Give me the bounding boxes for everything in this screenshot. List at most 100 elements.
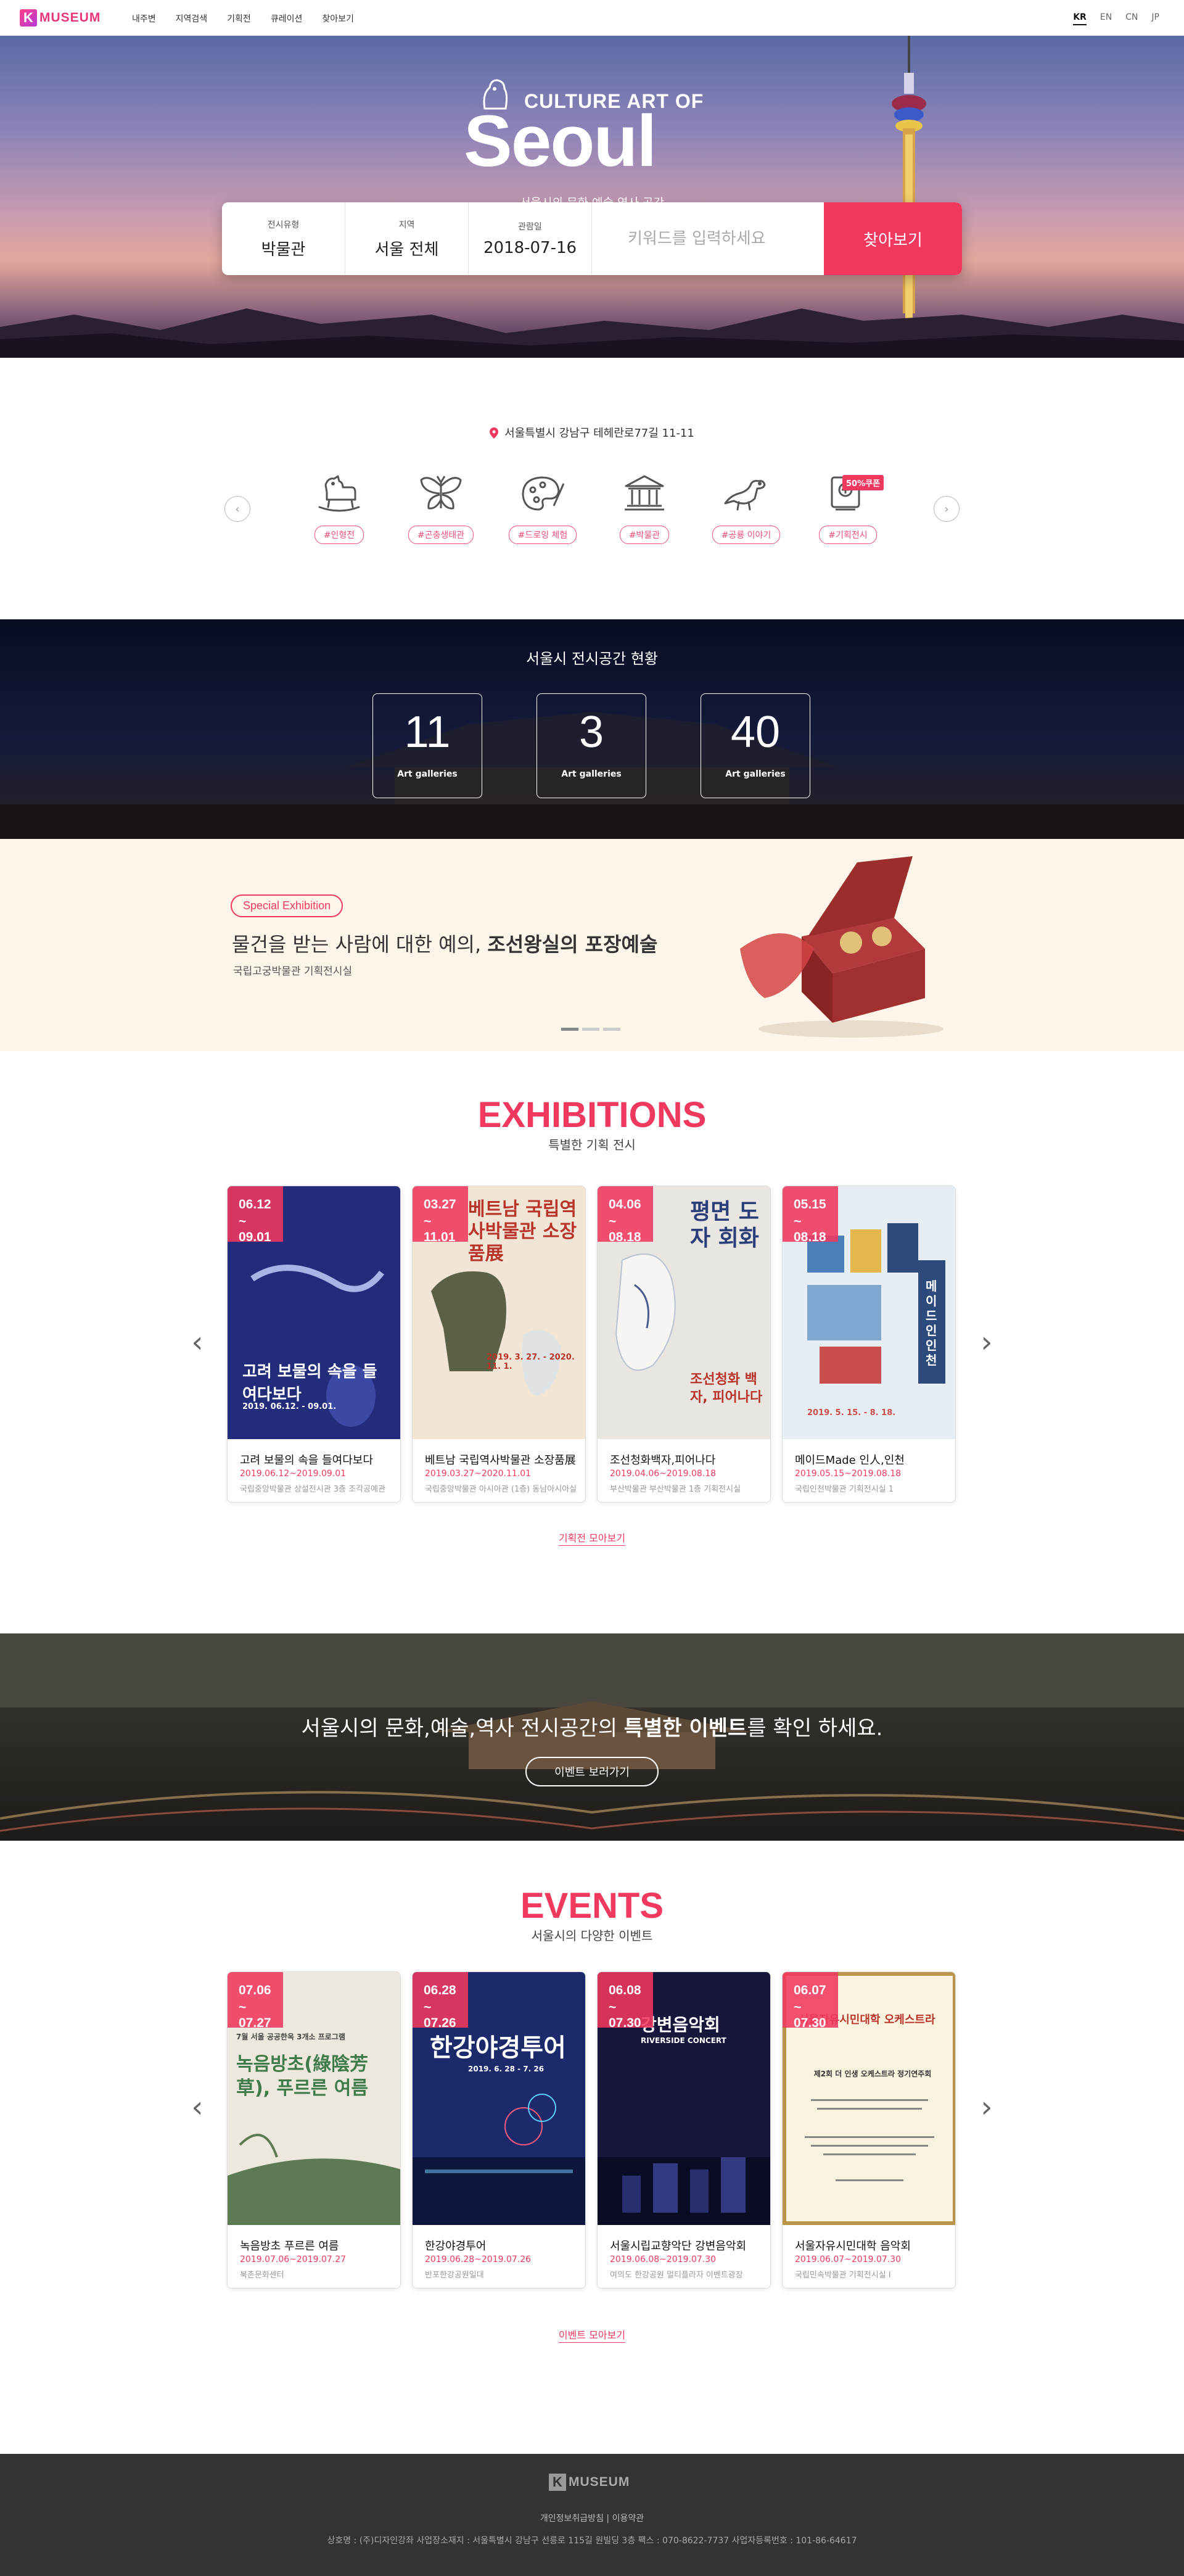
category-tag: #박물관 <box>619 526 670 544</box>
visit-date-label: 관람일 <box>518 222 542 232</box>
date-badge: 06.28 ~07.26 <box>413 1972 468 2030</box>
exhibit-type-select[interactable]: 전시유형 박물관 <box>222 202 345 275</box>
main-nav: 내주변 지역검색 기획전 큐레이션 찾아보기 <box>132 12 374 25</box>
rocking-horse-icon <box>318 475 360 512</box>
stat-value: 3 <box>578 708 604 757</box>
butterfly-icon <box>420 476 462 510</box>
search-button[interactable]: 찾아보기 <box>824 202 962 275</box>
category-next-button[interactable]: › <box>934 496 960 522</box>
event-card[interactable]: 7월 서울 공공한옥 3개소 프로그램 녹음방초(綠陰芳草), 푸르른 여름 0… <box>227 1971 401 2289</box>
card-title: 한강야경투어 <box>425 2240 487 2253</box>
card-dates: 2019.06.08~2019.07.30 <box>610 2255 717 2264</box>
stats-title: 서울시 전시공간 현황 <box>526 650 658 667</box>
card-place: 여의도 한강공원 멀티플라자 이벤트광장 <box>610 2271 743 2280</box>
event-card[interactable]: 서울자유시민대학 오케스트라 제2회 더 인생 오케스트라 정기연주회 06.0… <box>782 1971 956 2289</box>
lang-cn[interactable]: CN <box>1125 12 1138 25</box>
site-logo[interactable]: K MUSEUM <box>20 9 101 27</box>
category-tag: #기획전시 <box>819 526 877 544</box>
keyword-input[interactable] <box>628 229 824 248</box>
coupon-badge: 50%쿠폰 <box>842 475 884 490</box>
footer-logo[interactable]: K MUSEUM <box>549 2474 630 2491</box>
events-prev-button[interactable]: ‹ <box>189 2092 206 2122</box>
poster-title: 한강야경투어 <box>430 2034 566 2062</box>
carousel-dot[interactable] <box>582 1028 599 1031</box>
card-place: 국립중앙박물관 아시아관 (1층) 동남아시아실 <box>425 1485 577 1494</box>
category-item-doll[interactable]: #인형전 <box>299 469 379 544</box>
exhibition-card[interactable]: 평면 도자 회화 조선청화 백자, 피어나다 04.06 ~08.18 조선청화백… <box>597 1186 771 1503</box>
category-item-dinosaur[interactable]: #공룡 이야기 <box>706 469 786 544</box>
events-title: EVENTS <box>520 1886 664 1926</box>
lang-en[interactable]: EN <box>1100 12 1112 25</box>
exhibitions-prev-button[interactable]: ‹ <box>189 1327 206 1357</box>
card-dates: 2019.03.27~2020.11.01 <box>425 1469 532 1479</box>
stat-value: 40 <box>730 708 781 757</box>
carousel-dot[interactable] <box>603 1028 620 1031</box>
exhibitions-more-link[interactable]: 기획전 모아보기 <box>0 1530 1184 1546</box>
poster-subtitle: 조선청화 백자, 피어나다 <box>690 1372 763 1405</box>
category-prev-button[interactable]: ‹ <box>224 496 250 522</box>
chevron-left-icon: ‹ <box>235 502 240 516</box>
footer-company-info: 상호명 : (주)디자인강좌 사업장소재지 : 서울특별시 강남구 선릉로 11… <box>327 2536 857 2546</box>
events-more-link[interactable]: 이벤트 모아보기 <box>0 2327 1184 2343</box>
card-place: 국립민속박물관 기획전시실 Ⅰ <box>795 2271 891 2280</box>
exhibition-card[interactable]: 고려 보물의 속을 들여다보다 2019. 06.12. - 09.01. 06… <box>227 1186 401 1503</box>
nav-item-browse[interactable]: 찾아보기 <box>322 12 354 25</box>
card-title: 메이드Made 인人,인천 <box>795 1454 905 1467</box>
lang-kr[interactable]: KR <box>1073 12 1087 25</box>
hero-section: CULTURE ART OF Seoul 서울시의 문화,예술,역사 공간 전시… <box>0 36 1184 358</box>
special-exhibition-venue: 국립고궁박물관 기획전시실 <box>233 965 353 978</box>
visit-date-value: 2018-07-16 <box>483 239 577 257</box>
category-tag: #곤충생태관 <box>408 526 474 544</box>
poster-title: 메이드 인 인천 <box>926 1279 937 1368</box>
card-title: 서울시립교향악단 강변음악회 <box>610 2240 747 2253</box>
event-card[interactable]: 강변음악회 RIVERSIDE CONCERT 06.08 ~07.30 서울시립… <box>597 1971 771 2289</box>
event-banner: 서울시의 문화,예술,역사 전시공간의 특별한 이벤트를 확인 하세요. 이벤트… <box>0 1633 1184 1841</box>
nav-item-region-search[interactable]: 지역검색 <box>176 12 208 25</box>
current-location: 서울특별시 강남구 테헤란로77길 11-11 <box>0 424 1184 440</box>
footer-links[interactable]: 개인정보취급방침 | 이용약관 <box>0 2512 1184 2524</box>
poster-subtitle: RIVERSIDE CONCERT <box>641 2036 726 2045</box>
poster-dates: 2019. 3. 27. - 2020. 11. 1. <box>487 1353 575 1371</box>
category-item-drawing[interactable]: #드로잉 체험 <box>503 469 583 544</box>
events-next-button[interactable]: › <box>978 2092 995 2122</box>
poster-text-lines <box>805 2099 934 2181</box>
view-events-button[interactable]: 이벤트 보러가기 <box>525 1757 659 1786</box>
special-exhibition-banner[interactable]: Special Exhibition 물건을 받는 사람에 대한 예의, 조선왕… <box>0 839 1184 1051</box>
lang-jp[interactable]: JP <box>1151 12 1159 25</box>
stat-box: 40 Art galleries <box>701 693 810 798</box>
nav-item-exhibitions[interactable]: 기획전 <box>227 12 251 25</box>
logo-text: MUSEUM <box>39 10 101 25</box>
palette-icon <box>522 476 565 511</box>
carousel-indicator <box>561 1028 624 1031</box>
card-title: 베트남 국립역사박물관 소장품展 <box>425 1454 576 1467</box>
poster-subtitle: 제2회 더 인생 오케스트라 정기연주회 <box>813 2070 932 2078</box>
date-badge: 04.06 ~08.18 <box>598 1186 653 1244</box>
stats-section: 서울시 전시공간 현황 11 Art galleries 3 Art galle… <box>0 619 1184 839</box>
category-tag: #드로잉 체험 <box>508 526 577 544</box>
event-banner-text: 서울시의 문화,예술,역사 전시공간의 특별한 이벤트를 확인 하세요. <box>301 1716 883 1741</box>
exhibitions-subtitle: 특별한 기획 전시 <box>548 1137 636 1152</box>
event-card[interactable]: 한강야경투어 2019. 6. 28 - 7. 26 06.28 ~07.26 한… <box>412 1971 586 2289</box>
poster-title: 고려 보물의 속을 들여다보다 <box>242 1363 377 1404</box>
region-label: 지역 <box>398 220 415 230</box>
date-badge: 03.27 ~11.01 <box>413 1186 468 1244</box>
exhibitions-next-button[interactable]: › <box>978 1327 995 1357</box>
nav-item-curation[interactable]: 큐레이션 <box>271 12 303 25</box>
exhibition-card[interactable]: 메이드 인 인천 2019. 5. 15. - 8. 18. 05.15 ~08.… <box>782 1186 956 1503</box>
region-select[interactable]: 지역 서울 전체 <box>345 202 469 275</box>
carousel-dot[interactable] <box>561 1028 578 1031</box>
special-exhibition-tag: Special Exhibition <box>231 894 343 917</box>
stat-value: 11 <box>404 708 451 757</box>
poster-title: 녹음방초(綠陰芳草), 푸르른 여름 <box>236 2054 369 2099</box>
poster-subtitle: 7월 서울 공공한옥 3개소 프로그램 <box>236 2033 345 2041</box>
category-item-museum[interactable]: #박물관 <box>604 469 684 544</box>
visit-date-select[interactable]: 관람일 2018-07-16 <box>469 202 592 275</box>
search-bar: 전시유형 박물관 지역 서울 전체 관람일 2018-07-16 찾아보기 <box>222 202 962 275</box>
card-place: 국립인천박물관 기획전시실 1 <box>795 1485 894 1494</box>
nav-item-nearby[interactable]: 내주변 <box>132 12 156 25</box>
card-dates: 2019.04.06~2019.08.18 <box>610 1469 717 1479</box>
category-item-insect[interactable]: #곤충생태관 <box>401 469 481 544</box>
exhibition-card[interactable]: 베트남 국립역사박물관 소장품展 2019. 3. 27. - 2020. 11… <box>412 1186 586 1503</box>
card-dates: 2019.06.07~2019.07.30 <box>795 2255 902 2264</box>
card-place: 반포한강공원일대 <box>425 2271 484 2280</box>
